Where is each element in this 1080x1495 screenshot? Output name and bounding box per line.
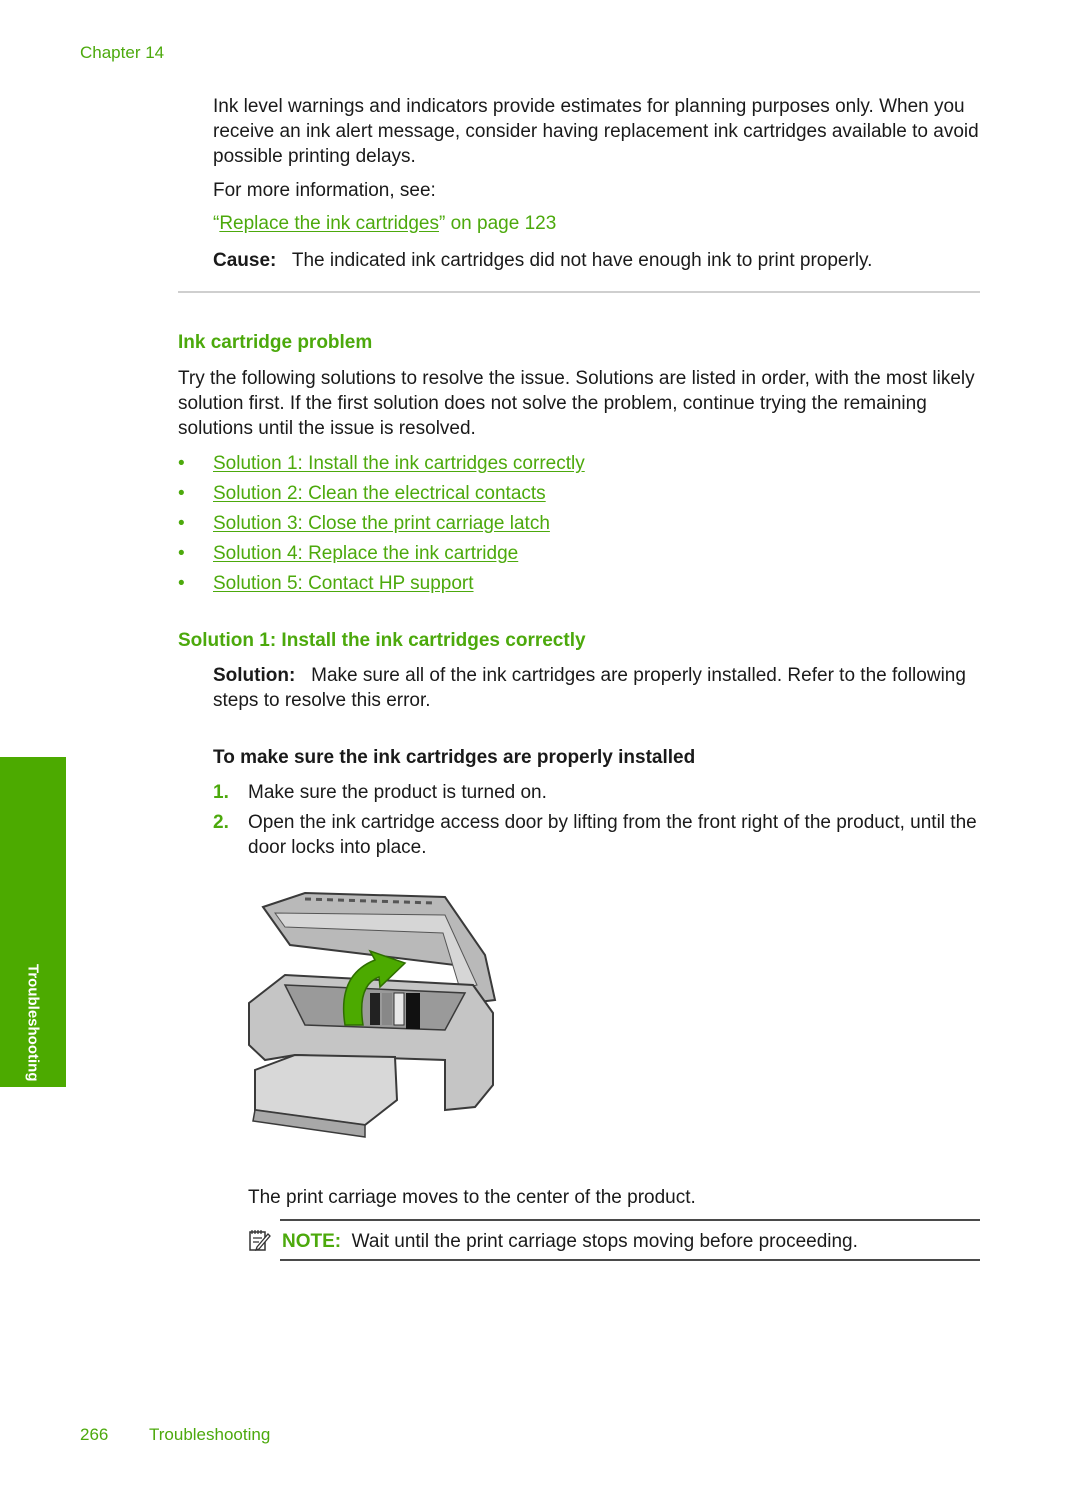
note-top-rule [280,1219,980,1221]
more-info-text: For more information, see: [213,180,436,201]
section-title: Ink cartridge problem [178,332,373,353]
bullet: • [178,453,185,474]
section-divider [178,291,980,293]
step-text: Open the ink cartridge access door by li… [248,812,977,858]
bullet: • [178,543,185,564]
procedure-steps: 1. Make sure the product is turned on. 2.… [213,780,988,865]
step-item: 1. Make sure the product is turned on. [213,780,988,805]
cross-reference: “Replace the ink cartridges” on page 123 [213,213,556,235]
step-number: 1. [213,782,229,803]
solution-4-link[interactable]: Solution 4: Replace the ink cartridge [213,541,518,566]
cause-label: Cause: [213,250,277,271]
section-side-tab: Troubleshooting [0,757,66,1087]
note-pencil-icon [249,1230,271,1252]
printer-illustration [248,891,497,1138]
note-bottom-rule [280,1259,980,1261]
cause-text: The indicated ink cartridges did not hav… [291,250,873,271]
solution-label: Solution: [213,665,296,686]
section-intro-paragraph: Try the following solutions to resolve t… [178,368,975,439]
bullet: • [178,573,185,594]
solution-1-link[interactable]: Solution 1: Install the ink cartridges c… [213,451,585,476]
bullet: • [178,483,185,504]
solution-text: Make sure all of the ink cartridges are … [213,665,966,711]
note-label: NOTE: [282,1231,342,1252]
solution-3-link[interactable]: Solution 3: Close the print carriage lat… [213,511,550,536]
bullet: • [178,513,185,534]
solution-2-link[interactable]: Solution 2: Clean the electrical contact… [213,481,546,506]
solution-paragraph: Solution: Make sure all of the ink cartr… [213,663,983,713]
ink-warning-paragraph: Ink level warnings and indicators provid… [213,96,979,167]
procedure-title: To make sure the ink cartridges are prop… [213,747,696,768]
xref-page: ” on page 123 [439,213,557,234]
cause-paragraph: Cause: The indicated ink cartridges did … [213,248,993,273]
note-text: Wait until the print carriage stops movi… [351,1231,858,1252]
carriage-moves-text: The print carriage moves to the center o… [248,1187,696,1208]
solution-1-heading: Solution 1: Install the ink cartridges c… [178,630,586,651]
step-item: 2. Open the ink cartridge access door by … [213,810,988,860]
step-number: 2. [213,812,229,833]
solution-5-link[interactable]: Solution 5: Contact HP support [213,571,474,596]
footer-section: Troubleshooting [149,1425,271,1444]
page-number: 266 [80,1425,109,1444]
replace-cartridges-link[interactable]: Replace the ink cartridges [219,213,439,234]
chapter-header: Chapter 14 [80,43,165,62]
side-tab-label: Troubleshooting [24,963,42,1082]
step-text: Make sure the product is turned on. [248,782,547,803]
note: NOTE: Wait until the print carriage stop… [282,1229,858,1254]
